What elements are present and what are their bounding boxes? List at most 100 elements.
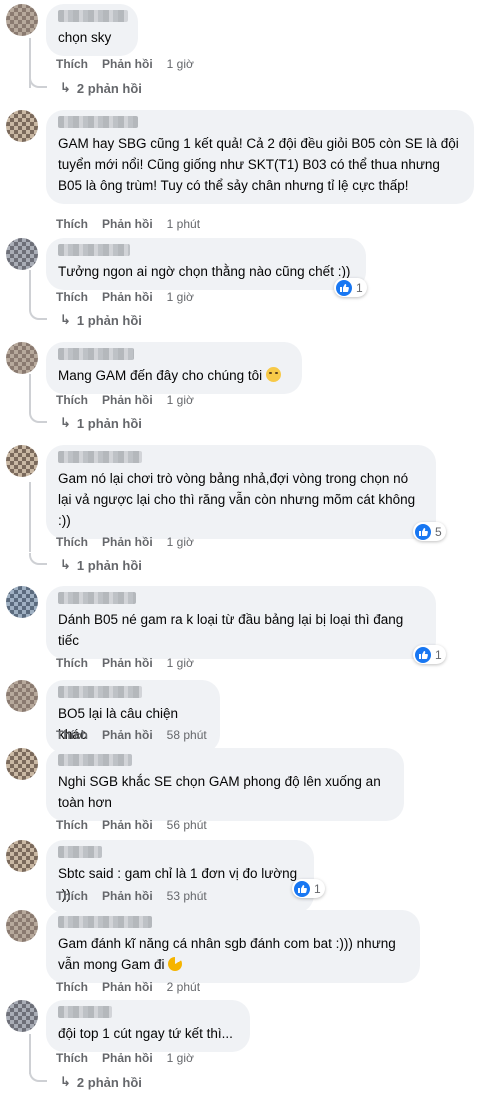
reaction-count[interactable]: 1 (292, 879, 325, 898)
comment-actions: Thích Phản hồi 2 phút (56, 980, 200, 994)
like-button[interactable]: Thích (56, 818, 88, 832)
avatar[interactable] (6, 748, 38, 780)
timestamp[interactable]: 1 giờ (167, 535, 194, 549)
reply-button[interactable]: Phản hồi (102, 656, 153, 670)
thread-line (29, 1034, 31, 1074)
reply-button[interactable]: Phản hồi (102, 393, 153, 407)
avatar[interactable] (6, 586, 38, 618)
reply-connector (29, 1070, 47, 1082)
reply-button[interactable]: Phản hồi (102, 889, 153, 903)
like-reaction-icon (415, 646, 431, 663)
avatar[interactable] (6, 1000, 38, 1032)
avatar[interactable] (6, 238, 38, 270)
like-button[interactable]: Thích (56, 980, 88, 994)
like-button[interactable]: Thích (56, 889, 88, 903)
like-button[interactable]: Thích (56, 290, 88, 304)
author-name-redacted[interactable] (58, 686, 142, 698)
author-name-redacted[interactable] (58, 116, 138, 128)
author-name-redacted[interactable] (58, 1006, 112, 1018)
reaction-count[interactable]: 5 (413, 522, 446, 541)
reaction-count[interactable]: 1 (413, 645, 446, 664)
pacman-emoji-icon (168, 957, 183, 971)
timestamp[interactable]: 1 giờ (167, 1051, 194, 1065)
like-button[interactable]: Thích (56, 217, 88, 231)
view-replies-button[interactable]: ↳ 1 phản hồi (60, 312, 142, 328)
reaction-count[interactable]: 1 (334, 278, 367, 297)
timestamp[interactable]: 53 phút (167, 889, 207, 903)
like-button[interactable]: Thích (56, 535, 88, 549)
like-reaction-icon (336, 279, 352, 296)
author-name-redacted[interactable] (58, 592, 136, 604)
avatar[interactable] (6, 110, 38, 142)
like-button[interactable]: Thích (56, 1051, 88, 1065)
like-button[interactable]: Thích (56, 57, 88, 71)
timestamp[interactable]: 56 phút (167, 818, 207, 832)
comment-bubble: BO5 lại là câu chiện khác (46, 680, 220, 753)
reply-button[interactable]: Phản hồi (102, 728, 153, 742)
comment-text: Gam đánh kĩ năng cá nhân sgb đánh com ba… (58, 936, 396, 972)
author-name-redacted[interactable] (58, 916, 152, 928)
comment-actions: Thích Phản hồi 1 giờ (56, 290, 194, 304)
reply-button[interactable]: Phản hồi (102, 1051, 153, 1065)
thread-line (29, 270, 31, 310)
comment-actions: Thích Phản hồi 1 giờ (56, 57, 194, 71)
author-name-redacted[interactable] (58, 846, 102, 858)
view-replies-button[interactable]: ↳ 1 phản hồi (60, 415, 142, 431)
avatar[interactable] (6, 910, 38, 942)
view-replies-button[interactable]: ↳ 1 phản hồi (60, 557, 142, 573)
reply-arrow-icon: ↳ (60, 557, 71, 572)
like-button[interactable]: Thích (56, 393, 88, 407)
like-reaction-icon (415, 523, 431, 540)
timestamp[interactable]: 58 phút (167, 728, 207, 742)
reply-button[interactable]: Phản hồi (102, 980, 153, 994)
timestamp[interactable]: 1 giờ (167, 290, 194, 304)
reply-button[interactable]: Phản hồi (102, 818, 153, 832)
timestamp[interactable]: 1 phút (167, 217, 200, 231)
reply-button[interactable]: Phản hồi (102, 290, 153, 304)
reply-button[interactable]: Phản hồi (102, 217, 153, 231)
comment-text: Gam nó lại chơi trò vòng bảng nhả,đợi vò… (58, 471, 416, 528)
comment-text: Dánh B05 né gam ra k loại từ đầu bảng lạ… (58, 612, 404, 648)
comment-bubble: GAM hay SBG cũng 1 kết quả! Cả 2 đội đều… (46, 110, 474, 204)
avatar[interactable] (6, 4, 38, 36)
reply-arrow-icon: ↳ (60, 1074, 71, 1089)
author-name-redacted[interactable] (58, 451, 142, 463)
comment-text: Nghi SGB khắc SE chọn GAM phong độ lên x… (58, 774, 381, 810)
like-button[interactable]: Thích (56, 728, 88, 742)
avatar[interactable] (6, 680, 38, 712)
comment-bubble: Tưởng ngon ai ngờ chọn thằng nào cũng ch… (46, 238, 366, 290)
reply-connector (29, 411, 47, 423)
author-name-redacted[interactable] (58, 10, 128, 22)
timestamp[interactable]: 1 giờ (167, 656, 194, 670)
avatar[interactable] (6, 342, 38, 374)
author-name-redacted[interactable] (58, 754, 132, 766)
comment-text: GAM hay SBG cũng 1 kết quả! Cả 2 đội đều… (58, 136, 459, 193)
comment-actions: Thích Phản hồi 53 phút (56, 889, 207, 903)
timestamp[interactable]: 1 giờ (167, 393, 194, 407)
comment-actions: Thích Phản hồi 1 giờ (56, 1051, 194, 1065)
comment-bubble: chọn sky (46, 4, 138, 56)
author-name-redacted[interactable] (58, 348, 134, 360)
comment-bubble: Mang GAM đến đây cho chúng tôi (46, 342, 302, 394)
comment-actions: Thích Phản hồi 1 giờ (56, 535, 194, 549)
thread-line (29, 374, 31, 412)
avatar[interactable] (6, 840, 38, 872)
like-button[interactable]: Thích (56, 656, 88, 670)
reply-button[interactable]: Phản hồi (102, 57, 153, 71)
author-name-redacted[interactable] (58, 244, 130, 256)
view-replies-button[interactable]: ↳ 2 phản hồi (60, 1074, 142, 1090)
reply-arrow-icon: ↳ (60, 80, 71, 95)
comment-text: Mang GAM đến đây cho chúng tôi (58, 365, 290, 386)
reply-button[interactable]: Phản hồi (102, 535, 153, 549)
avatar[interactable] (6, 445, 38, 477)
comment-actions: Thích Phản hồi 58 phút (56, 728, 207, 742)
reply-arrow-icon: ↳ (60, 415, 71, 430)
view-replies-button[interactable]: ↳ 2 phản hồi (60, 80, 142, 96)
comment-bubble: Gam nó lại chơi trò vòng bảng nhả,đợi vò… (46, 445, 436, 539)
reply-connector (29, 76, 47, 88)
comment-text: đội top 1 cút ngay tứ kết thì... (58, 1026, 233, 1041)
timestamp[interactable]: 2 phút (167, 980, 200, 994)
comment-bubble: Dánh B05 né gam ra k loại từ đầu bảng lạ… (46, 586, 436, 659)
timestamp[interactable]: 1 giờ (167, 57, 194, 71)
comment-text: chọn sky (58, 30, 112, 45)
